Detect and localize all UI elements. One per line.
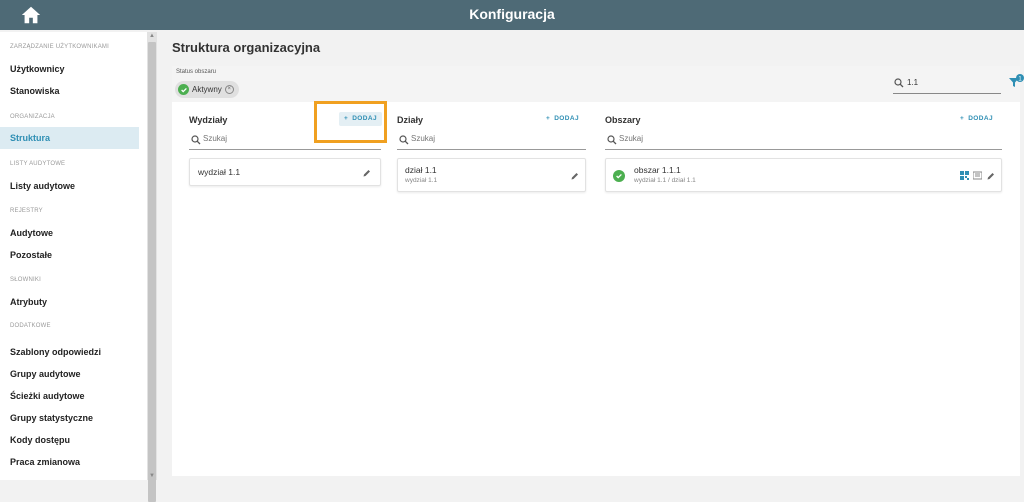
- check-icon: [178, 84, 189, 95]
- sidebar-item-users[interactable]: Użytkownicy: [0, 58, 147, 80]
- active-status-icon: [613, 170, 625, 182]
- sidebar-item-audit-lists[interactable]: Listy audytowe: [0, 175, 147, 197]
- sidebar-item-positions[interactable]: Stanowiska: [0, 80, 147, 102]
- barcode-icon[interactable]: [973, 171, 982, 180]
- department-card[interactable]: wydział 1.1: [189, 158, 381, 186]
- app-title: Konfiguracja: [469, 6, 555, 22]
- department-search[interactable]: [189, 132, 381, 150]
- section-search-input[interactable]: [411, 134, 561, 143]
- add-area-button[interactable]: + DODAJ: [955, 112, 998, 126]
- sidebar-heading-users: ZARZĄDZANIE UŻYTKOWNIKAMI: [10, 44, 110, 50]
- department-search-input[interactable]: [203, 134, 353, 143]
- sidebar-item-statistic-groups[interactable]: Grupy statystyczne: [0, 407, 147, 429]
- scroll-thumb[interactable]: [148, 42, 156, 502]
- area-card[interactable]: obszar 1.1.1 wydział 1.1 / dział 1.1: [605, 158, 1002, 192]
- column-title-areas: Obszary: [605, 115, 641, 125]
- area-card-subtitle: wydział 1.1 / dział 1.1: [634, 177, 696, 184]
- global-search[interactable]: [893, 76, 1001, 94]
- sidebar-heading-audit-lists: LISTY AUDYTOWE: [10, 161, 66, 167]
- sidebar: ZARZĄDZANIE UŻYTKOWNIKAMI Użytkownicy St…: [0, 32, 147, 480]
- status-filter-label: Status obszaru: [176, 69, 217, 75]
- area-card-title: obszar 1.1.1: [634, 165, 681, 175]
- edit-icon[interactable]: [570, 171, 580, 181]
- sidebar-heading-dictionaries: SŁOWNIKI: [10, 277, 41, 283]
- search-icon: [607, 135, 617, 145]
- plus-icon: +: [344, 115, 349, 122]
- column-title-sections: Działy: [397, 115, 424, 125]
- sidebar-item-other-registers[interactable]: Pozostałe: [0, 244, 147, 266]
- add-department-button[interactable]: + DODAJ: [339, 112, 382, 126]
- plus-icon: +: [960, 115, 965, 122]
- plus-icon: +: [546, 115, 551, 122]
- chip-remove-icon[interactable]: ×: [224, 85, 234, 94]
- scroll-up-icon[interactable]: ▲: [147, 32, 157, 40]
- sidebar-item-access-codes[interactable]: Kody dostępu: [0, 429, 147, 451]
- sidebar-item-structure[interactable]: Struktura: [0, 127, 139, 149]
- sidebar-heading-registers: REJESTRY: [10, 208, 43, 214]
- sidebar-item-attributes[interactable]: Atrybuty: [0, 291, 147, 313]
- sidebar-item-shift-work[interactable]: Praca zmianowa: [0, 451, 147, 473]
- scroll-down-icon[interactable]: ▼: [147, 472, 157, 480]
- add-section-button[interactable]: + DODAJ: [541, 112, 584, 126]
- sidebar-heading-organization: ORGANIZACJA: [10, 114, 55, 120]
- add-label: DODAJ: [352, 115, 377, 122]
- area-search[interactable]: [605, 132, 1002, 150]
- section-card-title: dział 1.1: [405, 165, 437, 175]
- section-card[interactable]: dział 1.1 wydział 1.1: [397, 158, 586, 192]
- search-icon: [894, 78, 904, 88]
- status-chip-label: Aktywny: [192, 85, 222, 94]
- sidebar-heading-additional: DODATKOWE: [10, 323, 51, 329]
- top-bar: Konfiguracja: [0, 0, 1024, 30]
- search-icon: [399, 135, 409, 145]
- sidebar-item-audit-paths[interactable]: Ścieżki audytowe: [0, 385, 147, 407]
- section-search[interactable]: [397, 132, 586, 150]
- add-label: DODAJ: [968, 115, 993, 122]
- page-title: Struktura organizacyjna: [172, 40, 321, 55]
- qr-code-icon[interactable]: [960, 171, 969, 180]
- search-icon: [191, 135, 201, 145]
- sidebar-item-audit-groups[interactable]: Grupy audytowe: [0, 363, 147, 385]
- filter-bar: Status obszaru Aktywny × 1: [172, 66, 1024, 102]
- sidebar-item-audit-registers[interactable]: Audytowe: [0, 222, 147, 244]
- add-label: DODAJ: [554, 115, 579, 122]
- edit-icon[interactable]: [986, 171, 996, 181]
- filter-icon[interactable]: 1: [1008, 74, 1024, 90]
- main-panel: Status obszaru Aktywny × 1 Wydziały +DOD…: [172, 66, 1024, 476]
- status-chip[interactable]: Aktywny ×: [175, 81, 239, 98]
- department-card-title: wydział 1.1: [198, 167, 241, 177]
- area-search-input[interactable]: [619, 134, 769, 143]
- edit-icon[interactable]: [362, 168, 372, 178]
- sidebar-item-answer-templates[interactable]: Szablony odpowiedzi: [0, 341, 147, 363]
- section-card-subtitle: wydział 1.1: [405, 177, 438, 184]
- sidebar-scrollbar[interactable]: ▲ ▼: [147, 32, 157, 502]
- global-search-input[interactable]: [907, 78, 997, 87]
- column-title-departments: Wydziały: [189, 115, 228, 125]
